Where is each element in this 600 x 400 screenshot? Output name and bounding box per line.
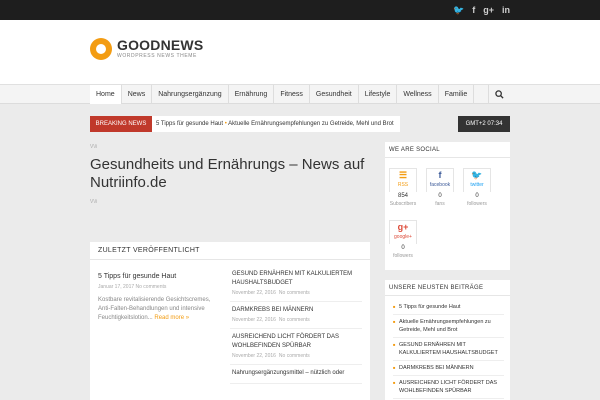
social-widget: WE ARE SOCIAL ☰ RSS 854 Subscribers f faceboo…	[385, 142, 510, 270]
logo-tagline: WORDPRESS NEWS THEME	[117, 53, 197, 59]
post-title[interactable]: AUSREICHEND LICHT FÖRDERT DAS WOHLBEFIND…	[232, 333, 360, 351]
social-count: 0	[401, 245, 405, 251]
widget-list-item[interactable]: AUSREICHEND LICHT FÖRDERT DAS WOHLBEFIND…	[393, 376, 504, 399]
nav-item-wellness[interactable]: Wellness	[397, 85, 439, 104]
social-counter-twitter[interactable]: 🐦 twitter 0 followers	[463, 168, 491, 210]
logo-icon	[90, 38, 112, 60]
nav-item-nahrungserg-nzung[interactable]: Nahrungsergänzung	[152, 85, 229, 104]
social-counter-google[interactable]: g+ google+ 0 followers	[389, 220, 417, 262]
widget-title: WE ARE SOCIAL	[385, 142, 510, 158]
nav-search-button[interactable]	[488, 85, 510, 104]
page-meta-top: V\/i	[90, 144, 98, 150]
breaking-news-bar: BREAKING NEWS 5 Tipps für gesunde Haut •…	[90, 116, 400, 132]
read-more-link[interactable]: Read more »	[154, 315, 189, 321]
main-nav: Home News Nahrungsergänzung Ernährung Fitnes…	[0, 84, 600, 104]
list-item: DARMKREBS BEI MÄNNERN November 22, 2016 No…	[230, 302, 362, 329]
nav-item-ern-hrung[interactable]: Ernährung	[229, 85, 275, 104]
widget-list-item[interactable]: Aktuelle Ernährungsempfehlungen zu Getre…	[393, 315, 504, 338]
recent-posts-widget: UNSERE NEUSTEN BEITRÄGE 5 Tipps für gesu…	[385, 280, 510, 400]
nav-item-lifestyle[interactable]: Lifestyle	[359, 85, 398, 104]
top-bar: 🐦 f g+ in	[0, 0, 600, 20]
social-network-name: twitter	[470, 182, 484, 188]
twitter-icon[interactable]: 🐦	[453, 4, 464, 16]
post-date: Januar 17, 2017	[98, 284, 135, 290]
social-count: 0	[475, 193, 479, 199]
post-comments[interactable]: No comments	[279, 317, 310, 323]
breaking-separator: •	[224, 121, 227, 127]
social-network-name: facebook	[429, 182, 451, 188]
post-comments[interactable]: No comments	[279, 290, 310, 296]
nav-item-fitness[interactable]: Fitness	[274, 85, 310, 104]
page-title: Gesundheits und Ernährungs – News auf Nu…	[90, 156, 365, 191]
post-date: November 22, 2016	[232, 290, 276, 296]
widget-list-item[interactable]: GESUND ERNÄHREN MIT KALKULIERTEM HAUSHAL…	[393, 338, 504, 361]
widget-list-item[interactable]: 5 Tipps für gesunde Haut	[393, 300, 504, 315]
list-item: AUSREICHEND LICHT FÖRDERT DAS WOHLBEFIND…	[230, 329, 362, 365]
social-count-label: fans	[435, 201, 445, 207]
list-item: GESUND ERNÄHREN MIT KALKULIERTEM HAUSHAL…	[230, 266, 362, 302]
featured-post-title[interactable]: 5 Tipps für gesunde Haut	[98, 272, 222, 282]
breaking-news-label: BREAKING NEWS	[90, 116, 152, 132]
nav-item-home[interactable]: Home	[90, 85, 122, 104]
breaking-news-item[interactable]: Aktuelle Ernährungsempfehlungen zu Getre…	[228, 121, 393, 127]
social-count-label: followers	[467, 201, 487, 207]
post-comments[interactable]: No comments	[279, 353, 310, 359]
google-icon: g+	[397, 222, 409, 232]
post-list: GESUND ERNÄHREN MIT KALKULIERTEM HAUSHAL…	[230, 266, 362, 384]
page-meta-bottom: V\/i	[90, 199, 98, 205]
social-network-name: RSS	[397, 182, 409, 188]
site-header: GOODNEWS WORDPRESS NEWS THEME	[0, 20, 600, 84]
recent-posts-section: ZULETZT VERÖFFENTLICHT 5 Tipps für gesun…	[90, 242, 370, 400]
social-network-name: google+	[394, 234, 412, 240]
list-item: Nahrungsergänzungsmittel – nützlich oder	[230, 365, 362, 384]
rss-icon: ☰	[398, 170, 408, 180]
nav-item-gesundheit[interactable]: Gesundheit	[310, 85, 359, 104]
social-count-label: Subscribers	[389, 201, 417, 207]
clock-badge: GMT+2 07:34	[458, 116, 510, 132]
linkedin-icon[interactable]: in	[502, 4, 510, 16]
facebook-icon[interactable]: f	[472, 4, 475, 16]
nav-item-familie[interactable]: Familie	[439, 85, 475, 104]
widget-title: UNSERE NEUSTEN BEITRÄGE	[385, 280, 510, 296]
post-title[interactable]: DARMKREBS BEI MÄNNERN	[232, 306, 360, 315]
search-icon	[495, 90, 504, 99]
google-plus-icon[interactable]: g+	[483, 4, 494, 16]
social-counter-rss[interactable]: ☰ RSS 854 Subscribers	[389, 168, 417, 210]
social-count: 0	[438, 193, 442, 199]
top-social-links: 🐦 f g+ in	[453, 4, 510, 16]
breaking-news-item[interactable]: 5 Tipps für gesunde Haut	[156, 121, 223, 127]
featured-post: 5 Tipps für gesunde Haut Januar 17, 2017…	[98, 272, 222, 323]
post-comments[interactable]: No comments	[136, 284, 167, 290]
post-title[interactable]: GESUND ERNÄHREN MIT KALKULIERTEM HAUSHAL…	[232, 270, 360, 288]
social-counter-facebook[interactable]: f facebook 0 fans	[426, 168, 454, 210]
post-date: November 22, 2016	[232, 353, 276, 359]
post-date: November 22, 2016	[232, 317, 276, 323]
social-count: 854	[397, 193, 408, 199]
social-count-label: followers	[393, 253, 413, 259]
site-logo[interactable]: GOODNEWS WORDPRESS NEWS THEME	[90, 38, 203, 60]
section-title: ZULETZT VERÖFFENTLICHT	[90, 242, 370, 260]
facebook-icon: f	[438, 170, 442, 180]
post-title[interactable]: Nahrungsergänzungsmittel – nützlich oder	[232, 369, 360, 378]
logo-name: GOODNEWS	[117, 37, 204, 53]
twitter-icon: 🐦	[471, 170, 483, 180]
nav-item-news[interactable]: News	[122, 85, 153, 104]
widget-list-item[interactable]: DARMKREBS BEI MÄNNERN	[393, 361, 504, 376]
